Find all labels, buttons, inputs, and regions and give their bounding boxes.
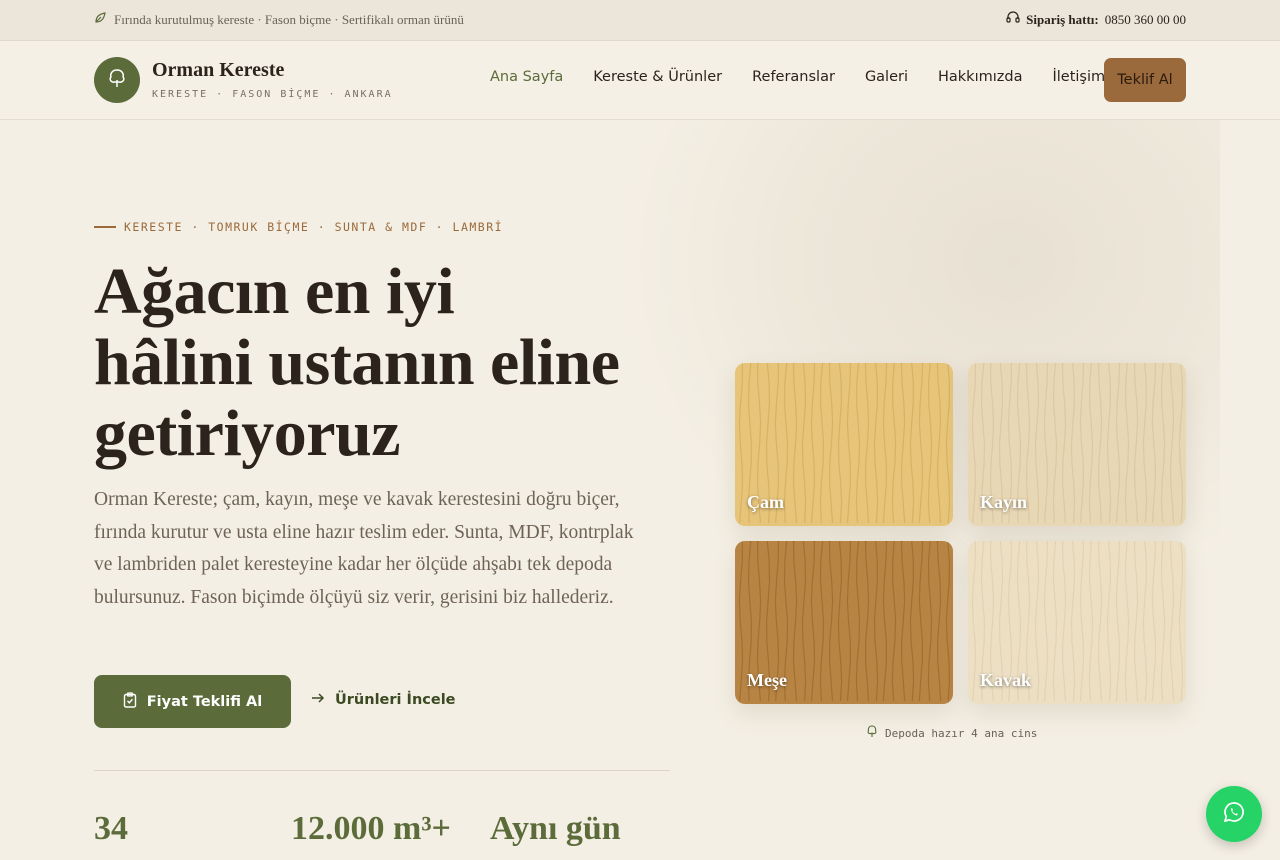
wood-tile-kavak[interactable]: Kavak bbox=[968, 541, 1186, 704]
phone-number[interactable]: 0850 360 00 00 bbox=[1105, 12, 1186, 28]
nav-item-kereste-urunler[interactable]: Kereste & Ürünler bbox=[593, 69, 722, 85]
brand-name[interactable]: Orman Kereste bbox=[152, 59, 284, 82]
wood-tile-mese[interactable]: Meşe bbox=[735, 541, 953, 704]
wood-tile-cam[interactable]: Çam bbox=[735, 363, 953, 526]
wood-tile-label: Kavak bbox=[980, 670, 1032, 690]
clipboard-icon bbox=[123, 691, 137, 712]
wood-tile-label: Meşe bbox=[747, 670, 787, 690]
hero-divider bbox=[94, 770, 670, 771]
price-quote-label: Fiyat Teklifi Al bbox=[146, 693, 263, 710]
wood-tile-label: Çam bbox=[747, 492, 784, 512]
whatsapp-button[interactable] bbox=[1206, 786, 1262, 842]
nav-item-referanslar[interactable]: Referanslar bbox=[752, 69, 835, 85]
arrow-right-icon bbox=[311, 692, 325, 708]
hero-title-line-1: Ağacın en iyi bbox=[94, 255, 455, 328]
hero-title-line-2: hâlini ustanın eline bbox=[94, 326, 620, 399]
hero-title: Ağacın en iyi hâlini ustanın eline getir… bbox=[94, 256, 694, 469]
price-quote-button[interactable]: Fiyat Teklifi Al bbox=[94, 675, 291, 728]
hero-eyebrow: KERESTE · TOMRUK BİÇME · SUNTA & MDF · L… bbox=[94, 220, 503, 234]
nav-item-ana-sayfa[interactable]: Ana Sayfa bbox=[490, 69, 563, 85]
wood-tile-kayin[interactable]: Kayın bbox=[968, 363, 1186, 526]
tree-icon bbox=[866, 725, 878, 741]
wood-caption: Depoda hazır 4 ana cins bbox=[866, 725, 1037, 741]
stat-years: 34 bbox=[94, 810, 128, 847]
stat-delivery: Aynı gün bbox=[490, 810, 621, 847]
phone-label: Sipariş hattı: bbox=[1026, 11, 1099, 27]
logo[interactable] bbox=[94, 57, 140, 103]
phone-line[interactable]: Sipariş hattı: 0850 360 00 00 bbox=[1006, 11, 1186, 28]
hero-background-glow bbox=[620, 110, 1220, 610]
quote-button[interactable]: Teklif Al bbox=[1104, 58, 1186, 102]
leaf-icon bbox=[94, 12, 106, 28]
topbar-tagline: Fırında kurutulmuş kereste · Fason biçme… bbox=[94, 12, 464, 28]
hero-description: Orman Kereste; çam, kayın, meşe ve kavak… bbox=[94, 489, 634, 608]
products-link-label: Ürünleri İncele bbox=[335, 692, 456, 708]
eyebrow-text: KERESTE · TOMRUK BİÇME · SUNTA & MDF · L… bbox=[124, 220, 504, 234]
wood-tile-label: Kayın bbox=[980, 492, 1028, 512]
main-nav: Ana Sayfa Kereste & Ürünler Referanslar … bbox=[490, 69, 1105, 85]
stat-volume: 12.000 m³+ bbox=[291, 810, 451, 847]
nav-item-iletisim[interactable]: İletişim bbox=[1052, 69, 1105, 85]
headset-icon bbox=[1006, 11, 1020, 28]
brand-tagline: KERESTE · FASON BİÇME · ANKARA bbox=[152, 89, 393, 100]
products-link[interactable]: Ürünleri İncele bbox=[311, 692, 456, 708]
hero-title-line-3: getiriyoruz bbox=[94, 397, 401, 470]
topbar-tagline-text: Fırında kurutulmuş kereste · Fason biçme… bbox=[114, 12, 464, 27]
tree-icon bbox=[106, 67, 128, 93]
nav-item-hakkimizda[interactable]: Hakkımızda bbox=[938, 69, 1022, 85]
site-header: Orman Kereste KERESTE · FASON BİÇME · AN… bbox=[0, 41, 1280, 120]
top-bar: Fırında kurutulmuş kereste · Fason biçme… bbox=[0, 0, 1280, 41]
whatsapp-icon bbox=[1223, 801, 1245, 827]
nav-item-galeri[interactable]: Galeri bbox=[865, 69, 908, 85]
eyebrow-line bbox=[94, 226, 116, 228]
wood-caption-text: Depoda hazır 4 ana cins bbox=[885, 726, 1038, 740]
